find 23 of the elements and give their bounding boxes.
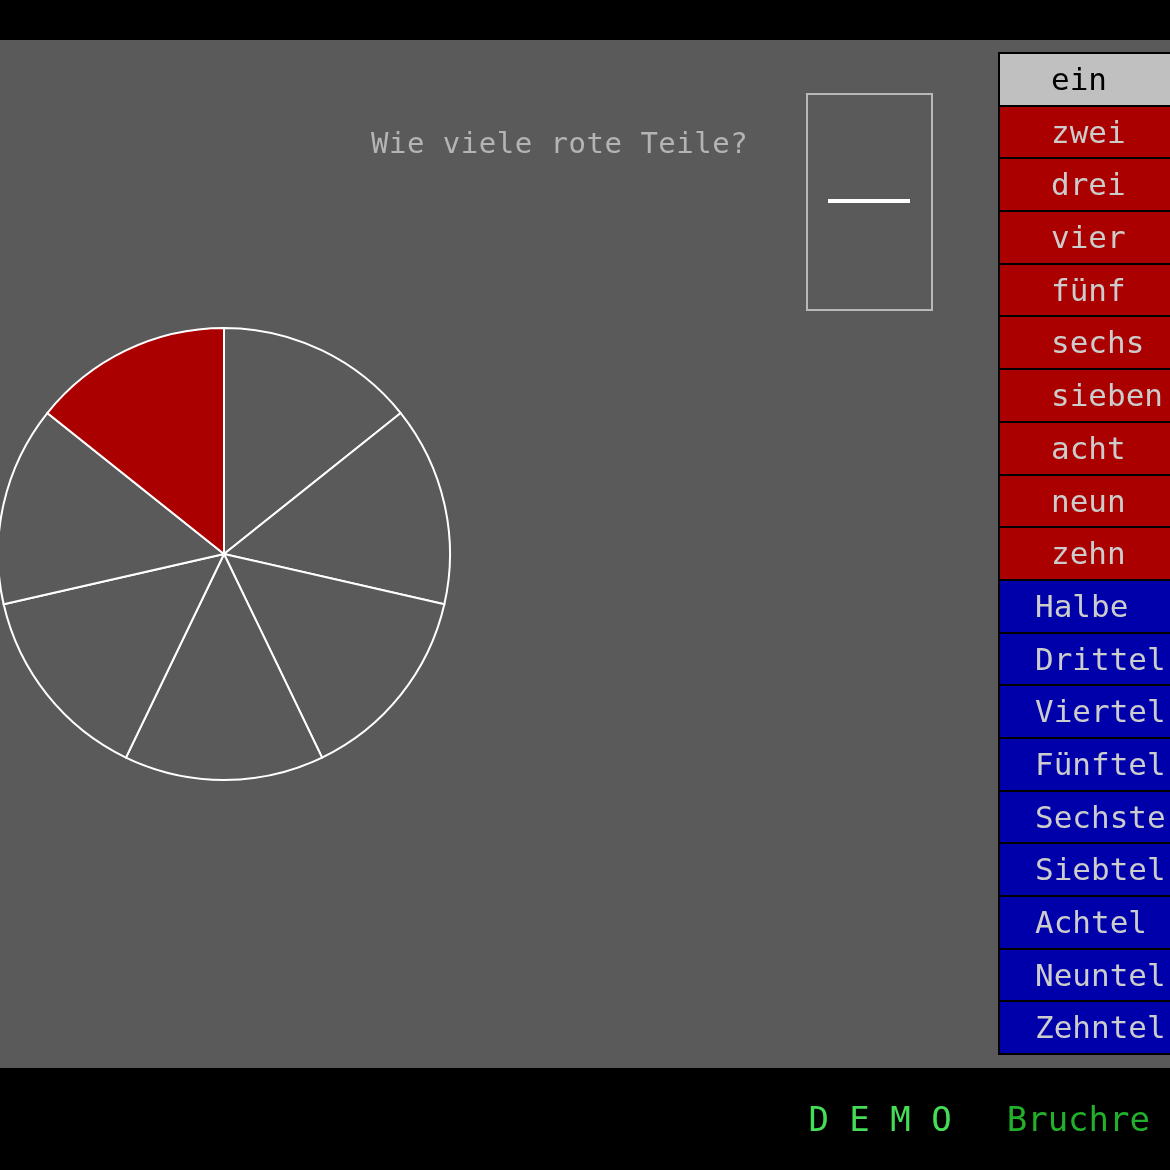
word-option[interactable]: acht <box>1000 422 1170 476</box>
word-option[interactable]: ein <box>1000 54 1170 107</box>
word-option[interactable]: zwei <box>1000 106 1170 160</box>
word-option[interactable]: zehn <box>1000 528 1170 581</box>
word-option[interactable]: Viertel <box>1000 686 1170 739</box>
word-option[interactable]: Fünftel <box>1000 738 1170 792</box>
program-title: Bruchre <box>1006 1099 1150 1139</box>
question-text: Wie viele rote Teile? <box>371 126 749 160</box>
word-option[interactable]: Achtel <box>1000 897 1170 950</box>
word-option[interactable]: Drittel <box>1000 633 1170 687</box>
word-option[interactable]: vier <box>1000 212 1170 265</box>
word-option[interactable]: sieben <box>1000 370 1170 423</box>
word-option[interactable]: Halbe <box>1000 580 1170 634</box>
word-option[interactable]: neun <box>1000 475 1170 529</box>
word-option[interactable]: fünf <box>1000 264 1170 318</box>
word-option[interactable]: sechs <box>1000 317 1170 371</box>
word-option[interactable]: Neuntel <box>1000 949 1170 1003</box>
word-option[interactable]: Zehntel <box>1000 1002 1170 1056</box>
mode-label: D E M O <box>808 1099 952 1139</box>
word-option[interactable]: Siebtel <box>1000 844 1170 897</box>
word-option[interactable]: Sechste <box>1000 791 1170 845</box>
answer-box[interactable] <box>806 93 933 311</box>
word-option[interactable]: drei <box>1000 159 1170 213</box>
